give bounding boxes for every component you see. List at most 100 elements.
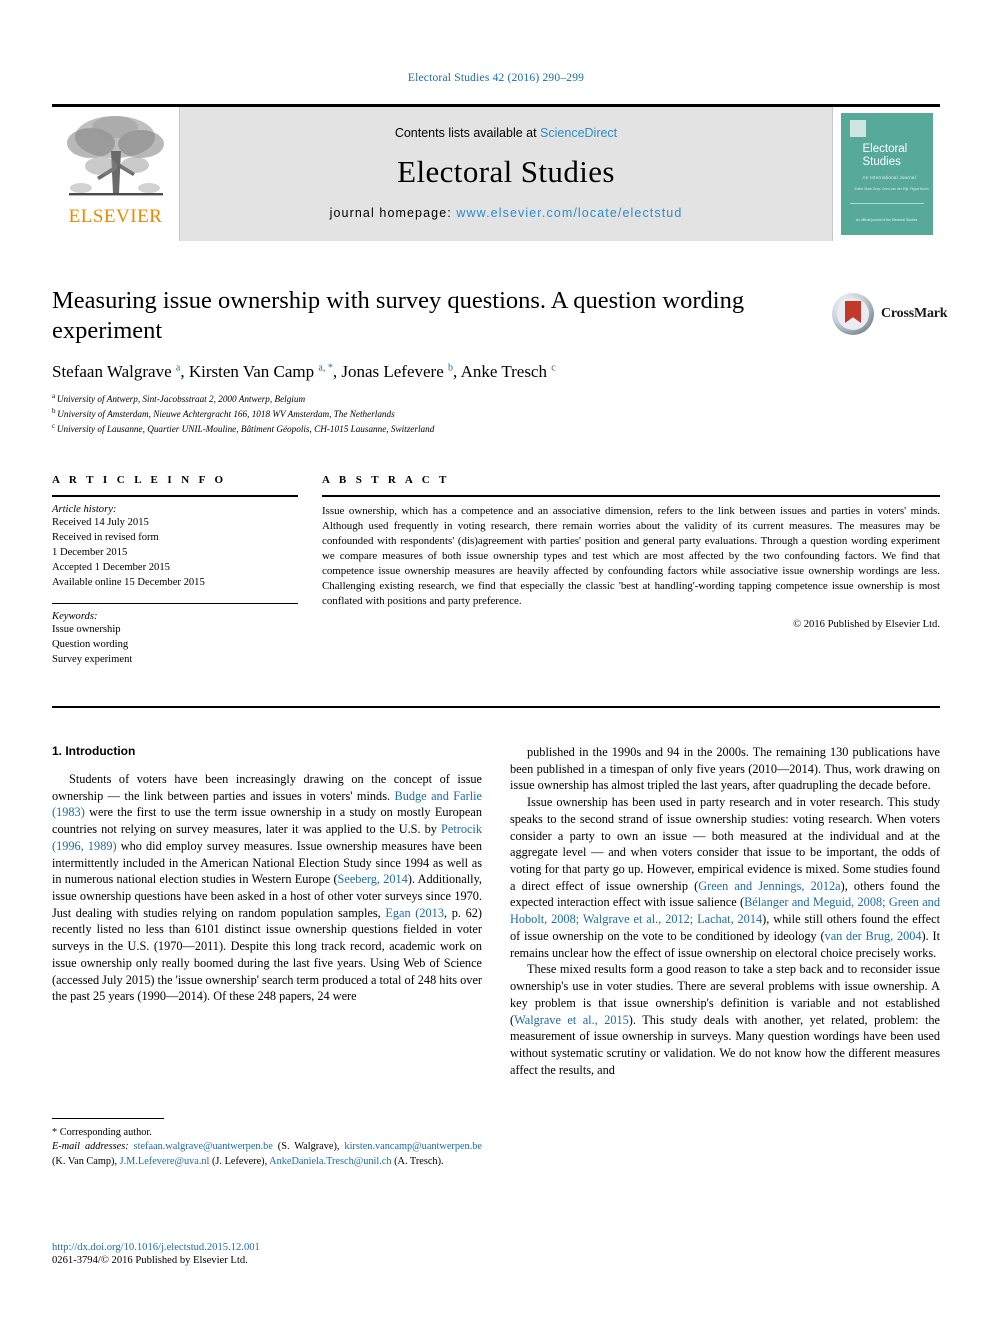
cover-title: Electoral Studies bbox=[863, 143, 908, 169]
elsevier-tree-icon bbox=[66, 116, 164, 196]
footnote-rule bbox=[52, 1118, 164, 1119]
email-link[interactable]: J.M.Lefevere@uva.nl bbox=[120, 1156, 210, 1167]
body-column-left: 1. Introduction Students of voters have … bbox=[52, 744, 482, 1164]
author-name: Stefaan Walgrave bbox=[52, 361, 176, 381]
citation-link[interactable]: Petrocik (1996, 1989) bbox=[52, 822, 482, 853]
email-owner: (K. Van Camp), bbox=[52, 1155, 120, 1167]
cover-footer: An official journal of the Electoral Stu… bbox=[855, 217, 918, 222]
keywords-list: Issue ownership Question wording Survey ex… bbox=[52, 622, 298, 667]
keyword-item: Question wording bbox=[52, 639, 129, 651]
body-paragraph: published in the 1990s and 94 in the 200… bbox=[510, 745, 940, 793]
keyword-item: Survey experiment bbox=[52, 654, 133, 666]
doi-block: http://dx.doi.org/10.1016/j.electstud.20… bbox=[52, 1242, 482, 1266]
masthead-center: Contents lists available at ScienceDirec… bbox=[180, 107, 832, 241]
elsevier-wordmark: ELSEVIER bbox=[68, 206, 163, 227]
author-affiliation-mark: c bbox=[551, 362, 556, 374]
keyword-item: Issue ownership bbox=[52, 624, 121, 636]
cover-title-line2: Studies bbox=[862, 155, 901, 168]
homepage-label: journal homepage: bbox=[329, 206, 457, 220]
email-owner: (A. Tresch). bbox=[391, 1155, 444, 1167]
body-column-right: published in the 1990s and 94 in the 200… bbox=[510, 744, 940, 1164]
body-paragraph: Students of voters have been increasingl… bbox=[52, 772, 483, 1004]
page-title: Measuring issue ownership with survey qu… bbox=[52, 287, 745, 344]
journal-title: Electoral Studies bbox=[397, 154, 615, 189]
contents-available-line: Contents lists available at ScienceDirec… bbox=[395, 126, 617, 140]
email-link[interactable]: kirsten.vancamp@uantwerpen.be bbox=[344, 1141, 482, 1152]
abstract-rule bbox=[322, 495, 940, 497]
article-history-item: 1 December 2015 bbox=[52, 547, 128, 559]
email-link[interactable]: AnkeDaniela.Tresch@unil.ch bbox=[269, 1156, 391, 1167]
article-history-list: Received 14 July 2015 Received in revised… bbox=[52, 515, 298, 590]
citation-link[interactable]: Seeberg, 2014 bbox=[338, 872, 408, 886]
citation-link[interactable]: Egan (2013 bbox=[385, 906, 444, 920]
paper-page: Electoral Studies 42 (2016) 290–299 ELSE… bbox=[0, 0, 992, 1323]
info-abstract-row: A R T I C L E I N F O Article history: R… bbox=[52, 474, 940, 667]
body-paragraph: These mixed results form a good reason t… bbox=[510, 962, 940, 1077]
keywords-rule bbox=[52, 603, 298, 605]
citation-link[interactable]: Walgrave et al., 2015 bbox=[514, 1013, 629, 1027]
affiliation-line: b University of Amsterdam, Nieuwe Achter… bbox=[52, 406, 822, 421]
author-affiliation-mark: a, * bbox=[318, 362, 333, 374]
affiliation-text: University of Amsterdam, Nieuwe Achtergr… bbox=[57, 409, 395, 420]
author-separator: , bbox=[180, 361, 189, 381]
affiliation-list: a University of Antwerp, Sint-Jacobsstra… bbox=[52, 391, 822, 437]
article-info-heading: A R T I C L E I N F O bbox=[52, 474, 227, 486]
journal-homepage-line: journal homepage: www.elsevier.com/locat… bbox=[330, 206, 683, 220]
article-history-item: Available online 15 December 2015 bbox=[52, 577, 205, 589]
cover-publisher-logo-icon bbox=[849, 120, 866, 137]
journal-cover-image: Electoral Studies An International Journ… bbox=[840, 113, 933, 235]
affiliation-line: c University of Lausanne, Quartier UNIL-… bbox=[52, 421, 822, 436]
citation-link[interactable]: Bélanger and Meguid, 2008; Green and Hob… bbox=[510, 895, 940, 926]
abstract-text: Issue ownership, which has a competence … bbox=[322, 505, 940, 607]
abstract-column: A B S T R A C T Issue ownership, which h… bbox=[322, 474, 940, 667]
email-owner: (S. Walgrave), bbox=[272, 1141, 345, 1153]
article-info-column: A R T I C L E I N F O Article history: R… bbox=[52, 474, 298, 667]
crossmark-circle-icon bbox=[832, 293, 874, 335]
body-paragraph: Issue ownership has been used in party r… bbox=[510, 795, 940, 960]
running-head: Electoral Studies 42 (2016) 290–299 bbox=[407, 72, 585, 84]
affiliation-line: a University of Antwerp, Sint-Jacobsstra… bbox=[52, 391, 822, 406]
article-history-item: Received 14 July 2015 bbox=[52, 517, 149, 528]
crossmark-label: CrossMark bbox=[881, 306, 948, 321]
issn-copyright-line: 0261-3794/© 2016 Published by Elsevier L… bbox=[52, 1255, 248, 1266]
citation-link[interactable]: van der Brug, 2004 bbox=[825, 929, 922, 943]
author-name: Jonas Lefevere bbox=[341, 361, 448, 381]
cover-divider bbox=[849, 203, 924, 204]
crossmark-badge[interactable]: CrossMark bbox=[832, 288, 948, 340]
affiliation-text: University of Lausanne, Quartier UNIL-Mo… bbox=[56, 424, 435, 435]
email-addresses-note: E-mail addresses: stefaan.walgrave@uantw… bbox=[52, 1140, 482, 1169]
article-info-rule bbox=[52, 495, 298, 497]
affiliation-text: University of Antwerp, Sint-Jacobsstraat… bbox=[56, 393, 306, 404]
sciencedirect-link[interactable]: ScienceDirect bbox=[540, 126, 617, 140]
abstract-heading: A B S T R A C T bbox=[322, 474, 450, 486]
citation-link[interactable]: Green and Jennings, 2012a bbox=[698, 879, 840, 893]
body-columns: 1. Introduction Students of voters have … bbox=[52, 744, 940, 1164]
author-name: Kirsten Van Camp bbox=[188, 361, 319, 381]
journal-masthead: ELSEVIER Contents lists available at Sci… bbox=[52, 104, 940, 241]
abstract-copyright: © 2016 Published by Elsevier Ltd. bbox=[793, 618, 940, 630]
journal-cover-box: Electoral Studies An International Journ… bbox=[832, 107, 940, 241]
email-link[interactable]: stefaan.walgrave@uantwerpen.be bbox=[134, 1141, 273, 1152]
cover-subtitle: An International Journal bbox=[862, 175, 916, 180]
author-name: Anke Tresch bbox=[460, 361, 552, 381]
citation-link[interactable]: Budge and Farlie (1983) bbox=[52, 789, 482, 820]
cover-title-line1: Electoral bbox=[862, 143, 908, 155]
body-left-paragraphs: Students of voters have been increasingl… bbox=[52, 771, 482, 1005]
corresponding-author-note: * Corresponding author. bbox=[52, 1127, 152, 1138]
email-owner: (J. Lefevere), bbox=[209, 1155, 270, 1167]
article-history-label: Article history: bbox=[52, 504, 117, 515]
section-heading-introduction: 1. Introduction bbox=[52, 744, 136, 758]
homepage-url-link[interactable]: www.elsevier.com/locate/electstud bbox=[456, 206, 682, 220]
article-history-item: Accepted 1 December 2015 bbox=[52, 562, 170, 574]
footnote-block: * Corresponding author. E-mail addresses… bbox=[52, 1118, 482, 1169]
title-block: Measuring issue ownership with survey qu… bbox=[52, 286, 822, 437]
elsevier-logo-box: ELSEVIER bbox=[52, 107, 180, 241]
contents-prefix: Contents lists available at bbox=[394, 126, 541, 140]
author-separator: , bbox=[453, 361, 461, 381]
body-right-paragraphs: published in the 1990s and 94 in the 200… bbox=[510, 744, 940, 1078]
cover-editors: Editor Mark Gray, Cees van der Eijk, Pip… bbox=[854, 187, 929, 191]
email-addresses-label: E-mail addresses: bbox=[52, 1141, 134, 1153]
doi-link[interactable]: http://dx.doi.org/10.1016/j.electstud.20… bbox=[52, 1242, 482, 1253]
keywords-label: Keywords: bbox=[52, 611, 98, 623]
author-list: Stefaan Walgrave a, Kirsten Van Camp a, … bbox=[52, 362, 822, 382]
